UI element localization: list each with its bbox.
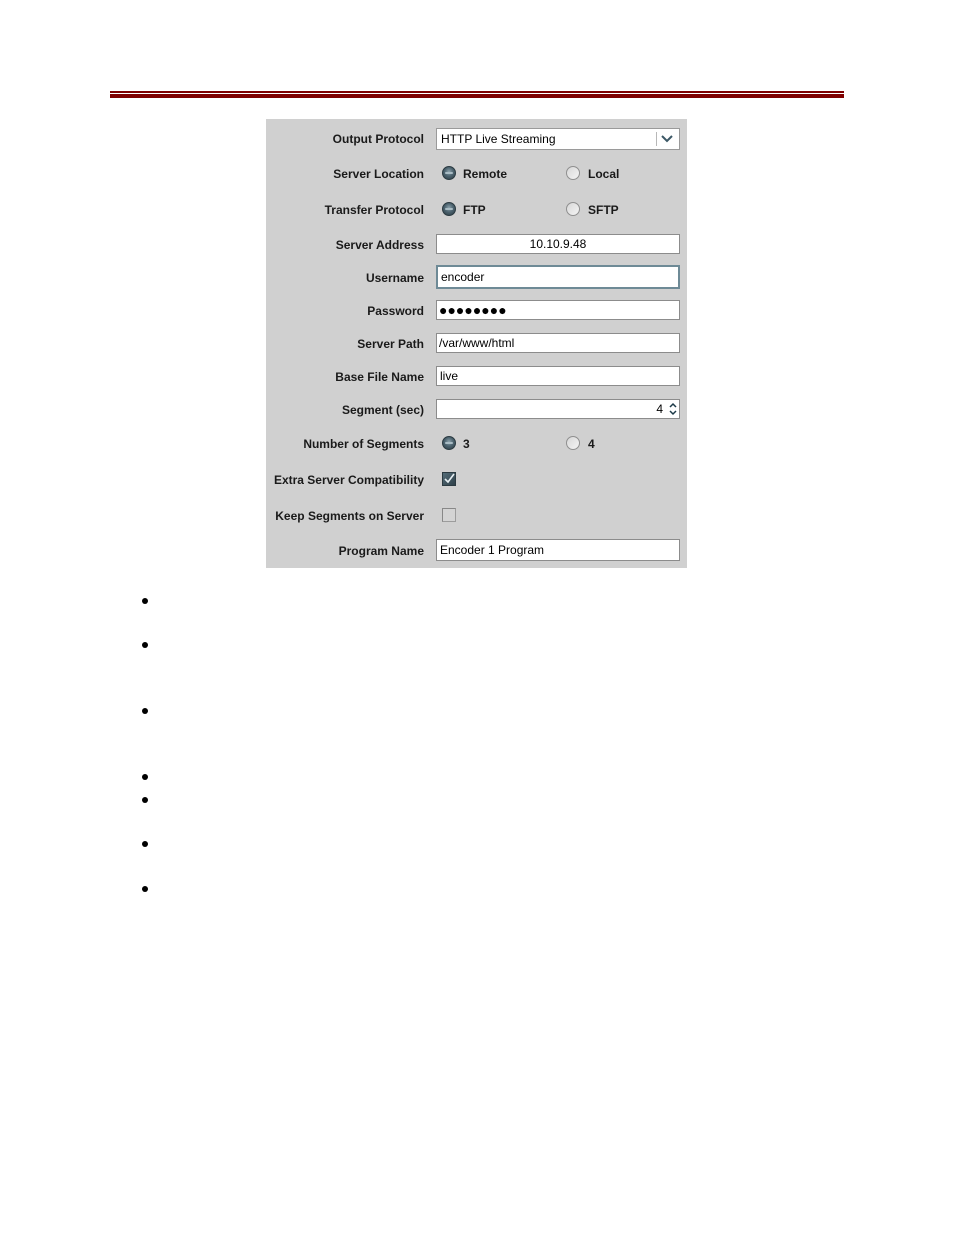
list-bullet [142, 774, 148, 780]
hls-settings-panel: Output Protocol HTTP Live Streaming Serv… [266, 119, 687, 568]
segment-sec-value: 4 [656, 402, 663, 416]
output-protocol-label: Output Protocol [332, 132, 424, 146]
spinner-arrows-icon[interactable] [668, 401, 678, 417]
server-location-local-label[interactable]: Local [588, 167, 619, 181]
segments-4-label[interactable]: 4 [588, 437, 595, 451]
server-location-local-radio[interactable] [566, 166, 580, 180]
password-input[interactable]: ●●●●●●●● [436, 300, 680, 320]
username-label: Username [365, 271, 424, 285]
list-bullet [142, 886, 148, 892]
list-bullet [142, 841, 148, 847]
segment-sec-spinner[interactable]: 4 [436, 399, 680, 419]
keep-segments-checkbox[interactable] [442, 508, 456, 522]
output-protocol-value: HTTP Live Streaming [441, 132, 556, 146]
username-input[interactable]: encoder [436, 265, 680, 289]
chevron-down-icon[interactable] [660, 132, 674, 146]
server-location-label: Server Location [333, 167, 424, 181]
password-label: Password [367, 304, 424, 318]
extra-server-compatibility-checkbox[interactable] [442, 472, 456, 486]
program-name-label: Program Name [338, 544, 424, 558]
segments-4-radio[interactable] [566, 436, 580, 450]
base-file-name-input[interactable]: live [436, 366, 680, 386]
number-of-segments-label: Number of Segments [303, 437, 424, 451]
server-location-remote-radio[interactable] [442, 166, 456, 180]
keep-segments-label: Keep Segments on Server [275, 509, 424, 523]
base-file-name-label: Base File Name [335, 370, 424, 384]
server-location-remote-label[interactable]: Remote [463, 167, 507, 181]
program-name-input[interactable]: Encoder 1 Program [436, 539, 680, 561]
segments-3-label[interactable]: 3 [463, 437, 470, 451]
server-address-input[interactable]: 10.10.9.48 [436, 234, 680, 254]
transfer-protocol-ftp-label[interactable]: FTP [463, 203, 486, 217]
select-divider [656, 132, 657, 146]
segment-sec-label: Segment (sec) [341, 403, 424, 417]
segments-3-radio[interactable] [442, 436, 456, 450]
transfer-protocol-ftp-radio[interactable] [442, 202, 456, 216]
header-rule-thin [110, 91, 844, 93]
server-path-label: Server Path [357, 337, 424, 351]
list-bullet [142, 797, 148, 803]
list-bullet [142, 598, 148, 604]
server-address-label: Server Address [335, 238, 424, 252]
list-bullet [142, 642, 148, 648]
transfer-protocol-sftp-radio[interactable] [566, 202, 580, 216]
server-path-input[interactable]: /var/www/html [436, 333, 680, 353]
header-rule-thick [110, 94, 844, 98]
extra-server-compatibility-label: Extra Server Compatibility [273, 473, 424, 487]
transfer-protocol-sftp-label[interactable]: SFTP [588, 203, 619, 217]
checkmark-icon [444, 473, 455, 484]
list-bullet [142, 708, 148, 714]
transfer-protocol-label: Transfer Protocol [324, 203, 424, 217]
output-protocol-select[interactable]: HTTP Live Streaming [436, 128, 680, 150]
